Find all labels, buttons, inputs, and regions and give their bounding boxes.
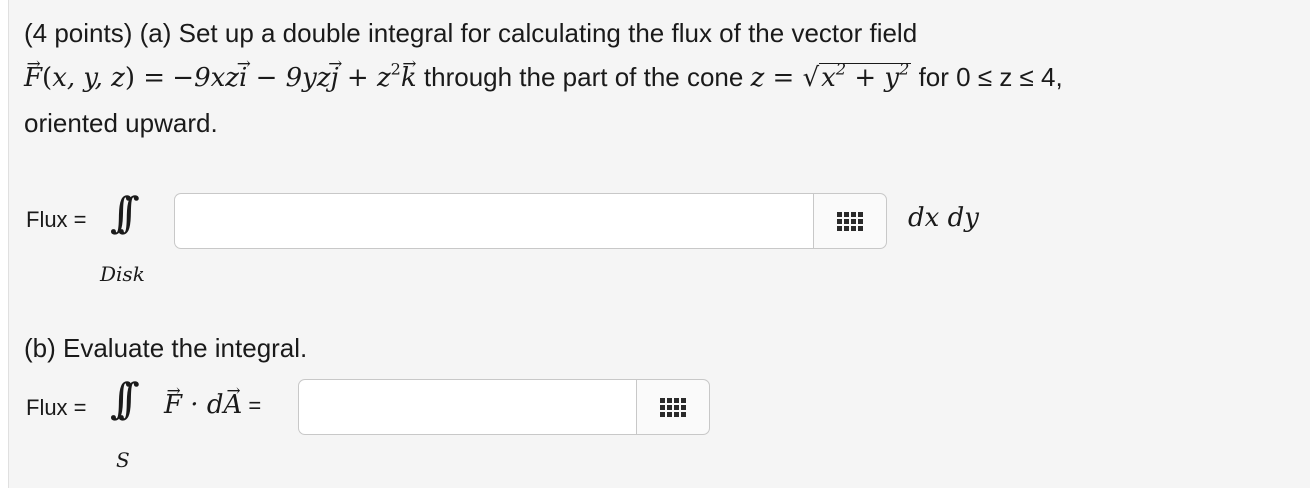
for-text: for (911, 62, 957, 92)
flux-label-a: Flux = (26, 207, 87, 232)
flux-label-b: Flux = (26, 395, 87, 420)
through-text: through the part of the cone (416, 62, 751, 92)
double-integral-icon-a: ∫∫ (110, 188, 140, 237)
answer-row-b (298, 379, 710, 435)
integrand-dot: · d (182, 390, 224, 420)
field-lhs: F(x, y, z) = (24, 63, 165, 93)
math-palette-button-a[interactable] (813, 193, 887, 249)
grid-icon (660, 397, 686, 417)
field-term-1: −9xz (172, 63, 239, 93)
cone-lhs: z = √ (750, 63, 820, 93)
integrand-a: A (223, 390, 242, 420)
double-integral-icon-b: ∫∫ (110, 374, 140, 423)
math-palette-button-b[interactable] (636, 379, 710, 435)
part-b-title: (b) Evaluate the integral. (24, 333, 308, 363)
equals-sign: = (242, 393, 262, 418)
differential-label: dx dy (908, 203, 979, 233)
grid-icon (837, 211, 863, 231)
flux-value-input[interactable] (298, 379, 636, 435)
unit-k: k (401, 63, 417, 93)
z-range: 0 ≤ z ≤ 4, (956, 62, 1063, 92)
integrand-f: F (164, 390, 182, 420)
cone-radicand: x2 + y2 (819, 59, 912, 93)
unit-j: j (331, 63, 339, 93)
problem-header: (4 points) (a) Set up a double integral … (24, 18, 918, 48)
field-exponent: 2 (390, 59, 401, 79)
answer-row-a (174, 193, 887, 249)
unit-i: i (239, 63, 247, 93)
orientation-text: oriented upward. (24, 108, 218, 138)
field-term-2: − 9yz (247, 63, 331, 93)
region-s: S (116, 448, 130, 472)
vector-field-line: F(x, y, z) = −9xzi − 9yzj + z2k through … (24, 59, 1063, 93)
field-term-3: + z (338, 63, 391, 93)
region-disk: Disk (100, 262, 145, 286)
integrand-input[interactable] (174, 193, 813, 249)
integrand-expression: F · dA = (164, 389, 261, 420)
